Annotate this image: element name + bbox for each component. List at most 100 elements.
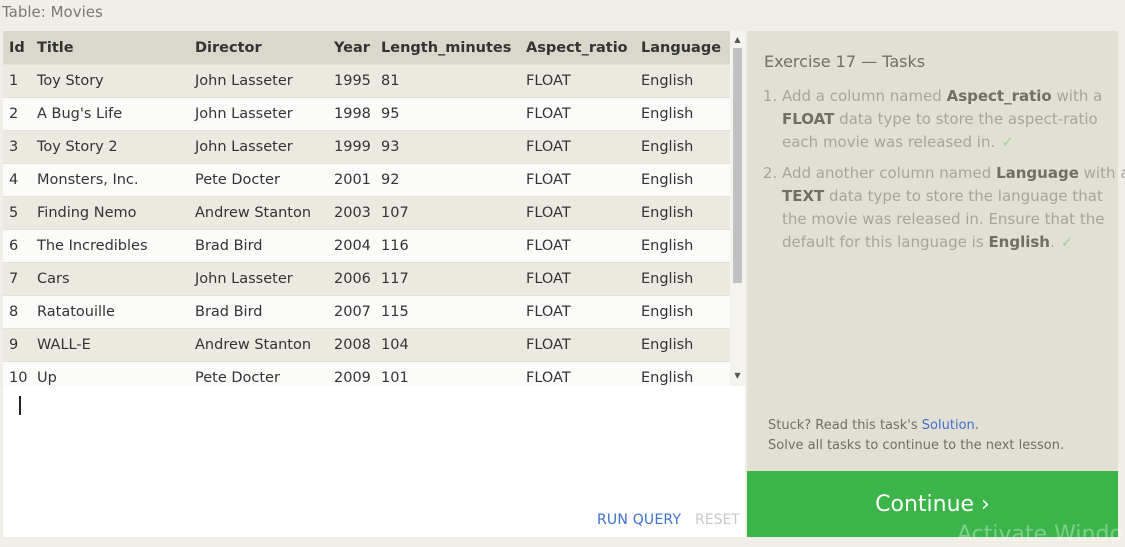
results-table-container: Id Title Director Year Length_minutes As… xyxy=(3,31,730,386)
cell-length-minutes: 104 xyxy=(375,328,520,362)
tasks-list: Add a column named Aspect_ratio with a F… xyxy=(764,85,1125,262)
reset-button[interactable]: RESET xyxy=(695,512,740,528)
stuck-text: Stuck? Read this task's xyxy=(768,418,922,433)
cell-title: Monsters, Inc. xyxy=(31,163,189,197)
cell-director: John Lasseter xyxy=(189,262,328,296)
cell-title: Ratatouille xyxy=(31,295,189,329)
table-row: 2 A Bug's Life John Lasseter 1998 95 FLO… xyxy=(3,97,730,131)
cell-id: 5 xyxy=(3,196,31,230)
cell-year: 2001 xyxy=(328,163,375,197)
stuck-period: . xyxy=(974,418,979,433)
cell-aspect-ratio: FLOAT xyxy=(520,328,635,362)
checkmark-icon: ✓ xyxy=(1060,233,1074,251)
cell-director: Brad Bird xyxy=(189,295,328,329)
cell-title: The Incredibles xyxy=(31,229,189,263)
cell-director: Andrew Stanton xyxy=(189,196,328,230)
scroll-down-arrow-icon[interactable]: ▼ xyxy=(730,369,745,383)
cell-title: Cars xyxy=(31,262,189,296)
task-text: with a xyxy=(1078,164,1125,182)
column-header-id: Id xyxy=(3,31,31,65)
cell-aspect-ratio: FLOAT xyxy=(520,97,635,131)
task-text: with a xyxy=(1051,87,1103,105)
cell-length-minutes: 81 xyxy=(375,64,520,98)
cell-title: WALL-E xyxy=(31,328,189,362)
cell-title: Finding Nemo xyxy=(31,196,189,230)
table-row: 7 Cars John Lasseter 2006 117 FLOAT Engl… xyxy=(3,262,730,296)
cell-length-minutes: 95 xyxy=(375,97,520,131)
cell-year: 2004 xyxy=(328,229,375,263)
cell-aspect-ratio: FLOAT xyxy=(520,295,635,329)
cell-length-minutes: 115 xyxy=(375,295,520,329)
task-text: data type to store the language that the… xyxy=(782,187,1105,251)
task-item-2: Add another column named Language with a… xyxy=(782,162,1125,254)
stuck-line: Stuck? Read this task's Solution. xyxy=(768,416,1064,436)
cell-year: 1999 xyxy=(328,130,375,164)
cell-aspect-ratio: FLOAT xyxy=(520,163,635,197)
table-header-row: Id Title Director Year Length_minutes As… xyxy=(3,31,730,65)
column-header-year: Year xyxy=(328,31,375,65)
cell-language: English xyxy=(635,196,730,230)
results-table: Id Title Director Year Length_minutes As… xyxy=(3,31,730,386)
table-row: 10 Up Pete Docter 2009 101 FLOAT English xyxy=(3,361,730,386)
cell-language: English xyxy=(635,328,730,362)
cell-year: 2006 xyxy=(328,262,375,296)
cell-length-minutes: 117 xyxy=(375,262,520,296)
cell-director: John Lasseter xyxy=(189,130,328,164)
cell-director: John Lasseter xyxy=(189,97,328,131)
cell-language: English xyxy=(635,361,730,386)
column-header-aspect-ratio: Aspect_ratio xyxy=(520,31,635,65)
column-header-title: Title xyxy=(31,31,189,65)
table-row: 5 Finding Nemo Andrew Stanton 2003 107 F… xyxy=(3,196,730,230)
tasks-panel: Exercise 17 — Tasks Add a column named A… xyxy=(747,31,1125,471)
cell-aspect-ratio: FLOAT xyxy=(520,229,635,263)
cell-id: 6 xyxy=(3,229,31,263)
scroll-up-arrow-icon[interactable]: ▲ xyxy=(730,33,745,47)
cell-title: Up xyxy=(31,361,189,386)
cell-year: 2008 xyxy=(328,328,375,362)
cell-id: 9 xyxy=(3,328,31,362)
run-query-button[interactable]: RUN QUERY xyxy=(597,512,681,528)
cell-language: English xyxy=(635,295,730,329)
cell-id: 7 xyxy=(3,262,31,296)
scrollbar-thumb[interactable] xyxy=(733,48,742,283)
table-row: 9 WALL-E Andrew Stanton 2008 104 FLOAT E… xyxy=(3,328,730,362)
cell-year: 1995 xyxy=(328,64,375,98)
cell-director: Andrew Stanton xyxy=(189,328,328,362)
table-row: 6 The Incredibles Brad Bird 2004 116 FLO… xyxy=(3,229,730,263)
column-header-director: Director xyxy=(189,31,328,65)
task-keyword: TEXT xyxy=(782,187,825,205)
column-header-language: Language xyxy=(635,31,730,65)
cell-language: English xyxy=(635,163,730,197)
cell-director: Brad Bird xyxy=(189,229,328,263)
solution-link[interactable]: Solution xyxy=(922,418,975,433)
cell-length-minutes: 116 xyxy=(375,229,520,263)
cell-id: 1 xyxy=(3,64,31,98)
table-row: 8 Ratatouille Brad Bird 2007 115 FLOAT E… xyxy=(3,295,730,329)
cell-length-minutes: 92 xyxy=(375,163,520,197)
task-keyword: English xyxy=(988,233,1050,251)
cell-id: 8 xyxy=(3,295,31,329)
cell-director: John Lasseter xyxy=(189,64,328,98)
cell-id: 2 xyxy=(3,97,31,131)
cell-length-minutes: 101 xyxy=(375,361,520,386)
sql-query-editor[interactable]: RUN QUERY RESET xyxy=(3,386,745,537)
cell-aspect-ratio: FLOAT xyxy=(520,64,635,98)
cell-aspect-ratio: FLOAT xyxy=(520,196,635,230)
task-keyword: FLOAT xyxy=(782,110,835,128)
task-keyword: Language xyxy=(996,164,1079,182)
cell-language: English xyxy=(635,64,730,98)
cell-aspect-ratio: FLOAT xyxy=(520,130,635,164)
cell-director: Pete Docter xyxy=(189,361,328,386)
cell-title: A Bug's Life xyxy=(31,97,189,131)
cell-length-minutes: 93 xyxy=(375,130,520,164)
cell-year: 2003 xyxy=(328,196,375,230)
cell-language: English xyxy=(635,130,730,164)
cell-id: 3 xyxy=(3,130,31,164)
tasks-title: Exercise 17 — Tasks xyxy=(764,52,926,71)
cell-aspect-ratio: FLOAT xyxy=(520,361,635,386)
cell-language: English xyxy=(635,229,730,263)
cell-year: 2009 xyxy=(328,361,375,386)
text-cursor xyxy=(19,396,21,415)
cell-director: Pete Docter xyxy=(189,163,328,197)
table-scrollbar[interactable]: ▲ ▼ xyxy=(730,31,745,386)
